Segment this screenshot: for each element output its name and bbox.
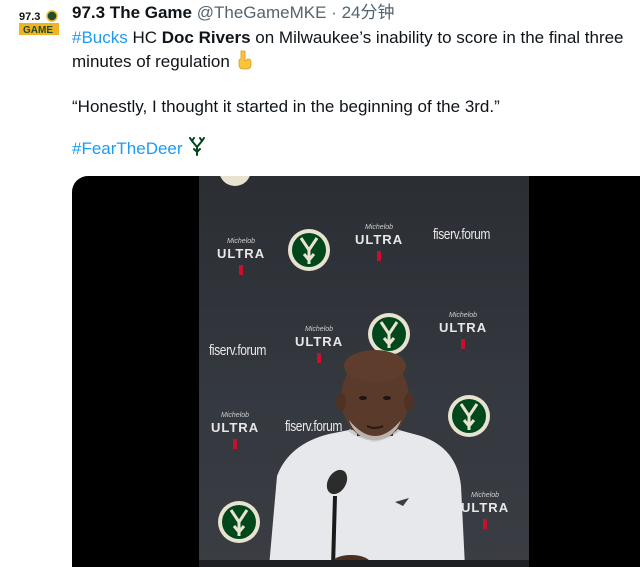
station-logo-icon: 97.3 GAME: [18, 8, 60, 38]
bold-name: Doc Rivers: [161, 28, 251, 47]
avatar[interactable]: 97.3 GAME: [18, 8, 60, 38]
svg-text:GAME: GAME: [23, 25, 53, 36]
svg-text:97.3: 97.3: [19, 11, 40, 23]
handle[interactable]: @TheGameMKE: [197, 3, 327, 22]
tweet: 97.3 GAME 97.3 The Game @TheGameMKE · 24…: [0, 0, 640, 567]
tweet-header: 97.3 The Game @TheGameMKE · 24分钟: [72, 2, 395, 24]
text-segment: HC: [127, 28, 162, 47]
separator: ·: [331, 3, 337, 22]
speaker-figure: [199, 350, 529, 567]
deer-antlers-icon: [187, 137, 207, 164]
video-frame[interactable]: Michelob ULTRA Michelob ULTRA Michelob U…: [199, 176, 529, 567]
tweet-text: #Bucks HC Doc Rivers on Milwaukee’s inab…: [72, 26, 638, 164]
hashtag-fearthedeer[interactable]: #FearTheDeer: [72, 139, 183, 158]
pointing-down-icon: [235, 50, 253, 77]
hashtag-bucks[interactable]: #Bucks: [72, 28, 128, 47]
display-name[interactable]: 97.3 The Game: [72, 3, 192, 22]
quote: “Honestly, I thought it started in the b…: [72, 97, 500, 116]
timestamp[interactable]: 24分钟: [342, 3, 395, 22]
video-media[interactable]: Michelob ULTRA Michelob ULTRA Michelob U…: [72, 176, 640, 567]
